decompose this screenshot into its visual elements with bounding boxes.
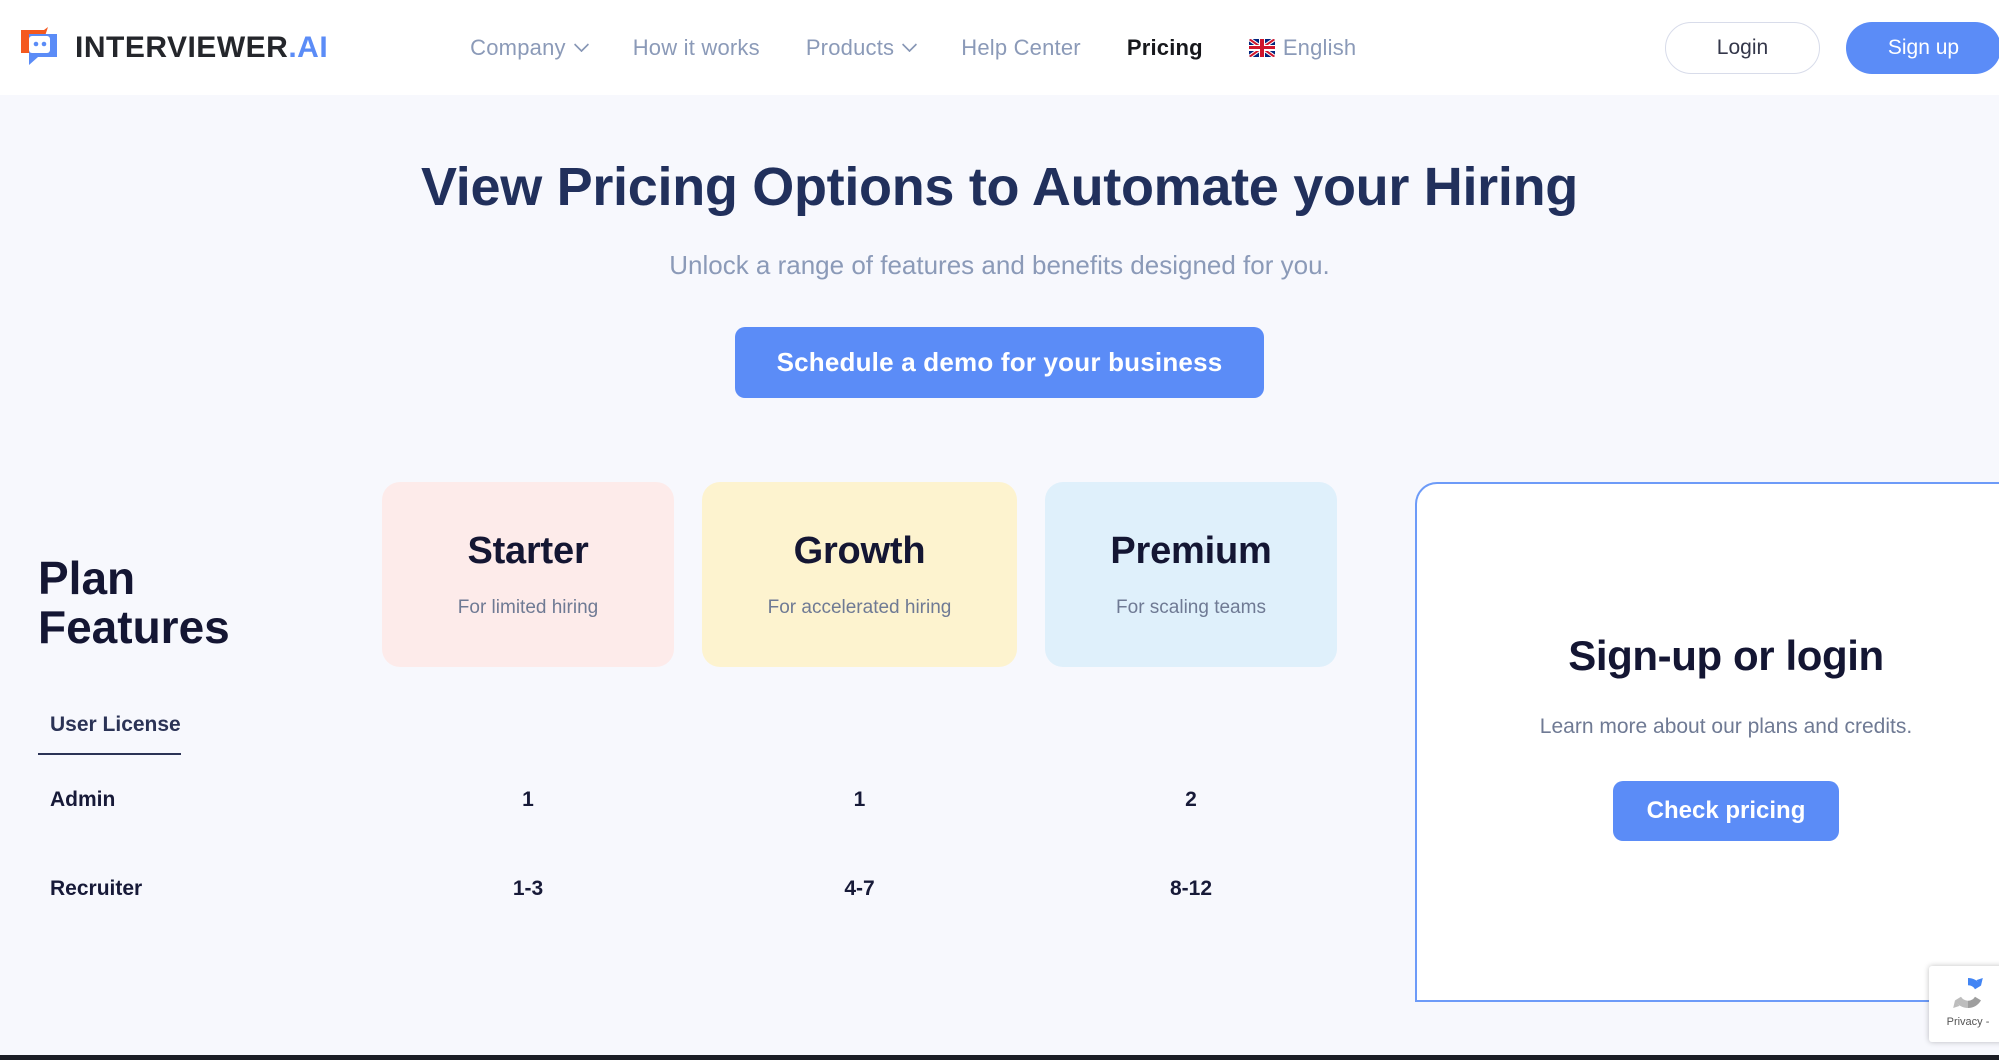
feature-value-recruiter-growth: 4-7 [844,876,875,900]
recaptcha-badge[interactable]: Privacy - [1929,966,1999,1042]
page-subtitle: Unlock a range of features and benefits … [669,250,1330,281]
nav-item-products[interactable]: Products [805,34,918,61]
chevron-down-icon [901,36,918,53]
plan-tagline-growth: For accelerated hiring [767,597,952,619]
login-button[interactable]: Login [1665,21,1820,74]
plan-card-starter[interactable]: Starter For limited hiring [382,482,674,668]
viewport-bottom-edge [0,1055,1999,1060]
primary-nav: Company How it works Products Help Cente… [470,35,1356,61]
nav-actions: Login Sign up [1665,21,1999,74]
brand-wordmark: INTERVIEWER.AI [75,31,328,65]
nav-item-how-it-works-label: How it works [632,34,760,60]
hero-section: View Pricing Options to Automate your Hi… [0,95,1999,399]
plan-name-starter: Starter [467,530,589,573]
feature-value-recruiter-starter: 1-3 [512,876,544,900]
nav-item-how-it-works[interactable]: How it works [633,35,760,61]
uk-flag-icon [1248,38,1275,57]
plan-tagline-starter: For limited hiring [457,597,599,619]
signup-panel-title: Sign-up or login [1568,632,1884,680]
plan-card-growth[interactable]: Growth For accelerated hiring [702,482,1017,668]
recaptcha-icon [1948,973,1988,1013]
feature-value-admin-starter: 1 [522,787,534,811]
feature-name-recruiter: Recruiter [50,876,143,900]
feature-section-heading-user-license: User License [38,675,181,756]
nav-item-pricing-label: Pricing [1126,34,1203,60]
table-row: Recruiter 1-3 4-7 8-12 [38,844,1212,933]
chat-bubble-robot-icon [18,26,60,69]
nav-item-help-center-label: Help Center [961,34,1081,60]
signup-panel-subtitle: Learn more about our plans and credits. [1539,715,1913,739]
table-row: Admin 1 1 2 [38,755,1197,844]
nav-item-pricing[interactable]: Pricing [1127,35,1203,61]
schedule-demo-button[interactable]: Schedule a demo for your business [734,327,1265,399]
brand-name-accent: .AI [288,30,329,64]
pricing-comparison-section: Plan Features Starter For limited hiring… [0,482,1999,1003]
page-title: View Pricing Options to Automate your Hi… [421,157,1578,217]
brand-name-main: INTERVIEWER [75,30,289,64]
chevron-down-icon [573,36,589,53]
nav-item-company[interactable]: Company [470,34,589,61]
nav-item-products-label: Products [805,34,895,60]
signup-or-login-panel: Sign-up or login Learn more about our pl… [1415,482,1999,1003]
recaptcha-privacy-label[interactable]: Privacy - [1947,1016,1990,1028]
feature-name-admin: Admin [50,787,116,811]
plan-name-premium: Premium [1110,530,1272,573]
check-pricing-button[interactable]: Check pricing [1612,781,1840,842]
top-navigation-bar: INTERVIEWER.AI Company How it works Prod… [0,0,1999,95]
signup-button[interactable]: Sign up [1846,21,1999,74]
plan-features-heading: Plan Features [38,551,230,653]
language-label: English [1282,34,1357,60]
feature-value-admin-growth: 1 [853,787,866,811]
plan-tagline-premium: For scaling teams [1116,597,1266,619]
nav-item-help-center[interactable]: Help Center [961,35,1081,61]
brand-logo[interactable]: INTERVIEWER.AI [18,26,328,69]
feature-value-recruiter-premium: 8-12 [1169,876,1213,900]
language-selector[interactable]: English [1248,34,1357,61]
plan-name-growth: Growth [793,530,926,573]
plan-card-premium[interactable]: Premium For scaling teams [1045,482,1337,668]
nav-item-company-label: Company [470,34,566,60]
feature-comparison-table: User License Admin 1 1 2 Recruiter 1-3 4… [38,675,1212,933]
feature-section-heading-label: User License [50,713,181,737]
feature-value-admin-premium: 2 [1185,787,1197,811]
